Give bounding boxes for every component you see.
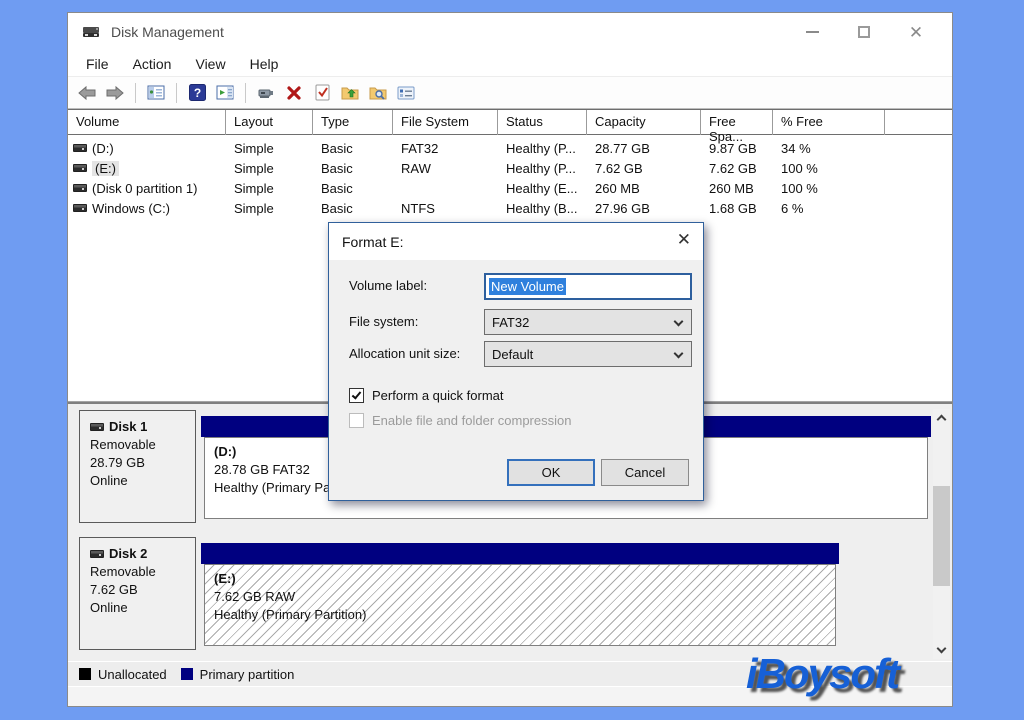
column-layout[interactable]: Layout — [226, 110, 313, 135]
folder-search-icon[interactable] — [367, 82, 389, 104]
compression-checkbox[interactable]: Enable file and folder compression — [349, 413, 571, 428]
file-system-select[interactable]: FAT32 — [484, 309, 692, 335]
disk-icon — [90, 550, 104, 558]
menu-bar: File Action View Help — [68, 51, 952, 77]
column-capacity[interactable]: Capacity — [587, 110, 701, 135]
toolbar: ? — [68, 77, 952, 109]
scroll-up-icon[interactable] — [933, 409, 950, 426]
scroll-down-icon[interactable] — [933, 642, 950, 659]
title-bar: Disk Management ✕ — [68, 13, 952, 51]
device-icon[interactable] — [255, 82, 277, 104]
minimize-button[interactable] — [786, 13, 838, 51]
chevron-down-icon — [674, 317, 684, 327]
checkbox-unchecked-icon — [349, 413, 364, 428]
checkbox-checked-icon — [349, 388, 364, 403]
vertical-scrollbar[interactable] — [933, 409, 950, 659]
quick-format-checkbox[interactable]: Perform a quick format — [349, 388, 504, 403]
options-icon[interactable] — [395, 82, 417, 104]
disk2-partition-e[interactable]: (E:) 7.62 GB RAW Healthy (Primary Partit… — [204, 564, 836, 646]
menu-file[interactable]: File — [74, 51, 121, 76]
file-system-label: File system: — [349, 314, 418, 329]
volume-icon — [73, 164, 87, 172]
volume-row-e[interactable]: (E:) Simple Basic RAW Healthy (P... 7.62… — [68, 158, 952, 178]
dialog-title: Format E: — [342, 234, 403, 250]
format-dialog: Format E: ✕ Volume label: New Volume Fil… — [328, 222, 704, 501]
column-volume[interactable]: Volume — [68, 110, 226, 135]
unallocated-swatch — [79, 668, 91, 680]
cancel-button[interactable]: Cancel — [601, 459, 689, 486]
primary-partition-swatch — [181, 668, 193, 680]
folder-up-icon[interactable] — [339, 82, 361, 104]
column-pct-free[interactable]: % Free — [773, 110, 885, 135]
legend-unallocated: Unallocated — [79, 667, 167, 682]
action-pane-icon[interactable] — [214, 82, 236, 104]
allocation-unit-label: Allocation unit size: — [349, 346, 460, 361]
dialog-title-bar: Format E: ✕ — [329, 223, 703, 260]
column-type[interactable]: Type — [313, 110, 393, 135]
legend-primary-partition: Primary partition — [181, 667, 295, 682]
close-button[interactable]: ✕ — [890, 13, 942, 51]
menu-help[interactable]: Help — [238, 51, 291, 76]
check-document-icon[interactable] — [311, 82, 333, 104]
console-tree-icon[interactable] — [145, 82, 167, 104]
window-title: Disk Management — [111, 24, 224, 40]
volume-label-label: Volume label: — [349, 278, 427, 293]
ok-button[interactable]: OK — [507, 459, 595, 486]
menu-view[interactable]: View — [183, 51, 237, 76]
volume-row-d[interactable]: (D:) Simple Basic FAT32 Healthy (P... 28… — [68, 138, 952, 158]
dialog-close-icon[interactable]: ✕ — [677, 231, 691, 248]
delete-icon[interactable] — [283, 82, 305, 104]
selected-text: New Volume — [489, 278, 566, 295]
back-icon[interactable] — [76, 82, 98, 104]
volume-row-windows-c[interactable]: Windows (C:) Simple Basic NTFS Healthy (… — [68, 198, 952, 218]
column-file-system[interactable]: File System — [393, 110, 498, 135]
column-free-space[interactable]: Free Spa... — [701, 110, 773, 135]
volume-row-disk0-partition1[interactable]: (Disk 0 partition 1) Simple Basic Health… — [68, 178, 952, 198]
svg-text:?: ? — [193, 86, 200, 100]
disk-icon — [90, 423, 104, 431]
volume-icon — [73, 144, 87, 152]
scrollbar-thumb[interactable] — [933, 486, 950, 586]
allocation-unit-select[interactable]: Default — [484, 341, 692, 367]
maximize-button[interactable] — [838, 13, 890, 51]
volume-list-header: Volume Layout Type File System Status Ca… — [68, 109, 952, 135]
volume-icon — [73, 184, 87, 192]
disk-drive-icon — [82, 24, 102, 40]
disk2-info-panel[interactable]: Disk 2 Removable 7.62 GB Online — [79, 537, 196, 650]
volume-icon — [73, 204, 87, 212]
chevron-down-icon — [674, 349, 684, 359]
iboysoft-watermark: iBoysoft — [746, 650, 898, 698]
disk2-partition-strip — [201, 543, 839, 564]
volume-label-input[interactable]: New Volume — [484, 273, 692, 300]
help-icon[interactable]: ? — [186, 82, 208, 104]
menu-action[interactable]: Action — [121, 51, 184, 76]
column-status[interactable]: Status — [498, 110, 587, 135]
disk1-info-panel[interactable]: Disk 1 Removable 28.79 GB Online — [79, 410, 196, 523]
forward-icon[interactable] — [104, 82, 126, 104]
